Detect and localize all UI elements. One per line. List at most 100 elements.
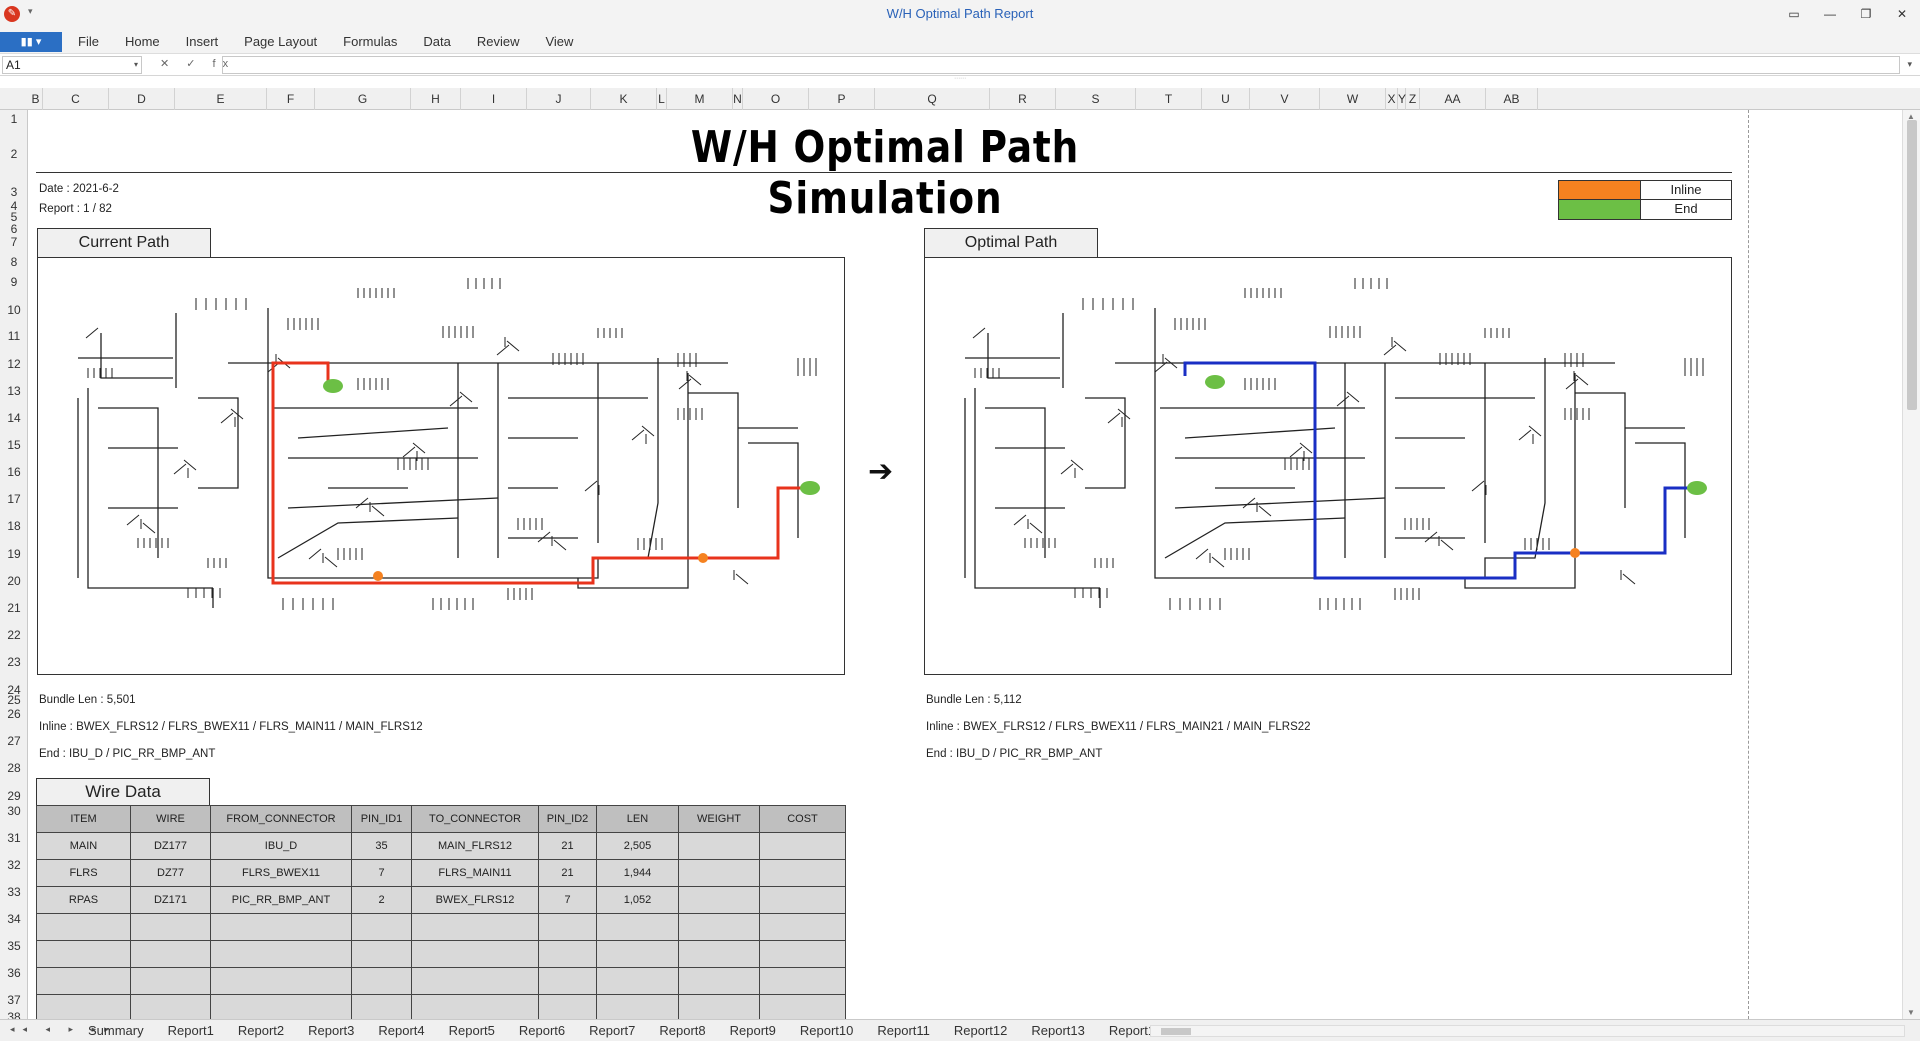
row-header-17[interactable]: 17 xyxy=(0,492,28,506)
table-cell[interactable] xyxy=(210,967,352,995)
table-cell[interactable] xyxy=(596,913,679,941)
column-header-W[interactable]: W xyxy=(1320,88,1386,110)
table-cell[interactable]: 2,505 xyxy=(596,832,679,860)
row-header-30[interactable]: 30 xyxy=(0,804,28,818)
table-cell[interactable] xyxy=(678,913,760,941)
table-cell[interactable] xyxy=(596,967,679,995)
row-header-10[interactable]: 10 xyxy=(0,303,28,317)
row-header-31[interactable]: 31 xyxy=(0,831,28,845)
table-cell[interactable]: IBU_D xyxy=(210,832,352,860)
row-header-20[interactable]: 20 xyxy=(0,574,28,588)
table-cell[interactable] xyxy=(759,913,846,941)
menu-insert[interactable]: Insert xyxy=(186,34,219,49)
row-header-29[interactable]: 29 xyxy=(0,789,28,803)
table-cell[interactable] xyxy=(538,940,597,968)
row-header-26[interactable]: 26 xyxy=(0,707,28,721)
name-box-dropdown-icon[interactable]: ▾ xyxy=(134,57,138,73)
column-header-H[interactable]: H xyxy=(411,88,461,110)
row-header-13[interactable]: 13 xyxy=(0,384,28,398)
sheet-tab-report8[interactable]: Report8 xyxy=(659,1020,705,1042)
column-header-J[interactable]: J xyxy=(527,88,591,110)
row-header-2[interactable]: 2 xyxy=(0,147,28,161)
restore-button[interactable]: ❐ xyxy=(1848,0,1884,28)
app-menu-button[interactable]: ▮▮ ▾ xyxy=(0,32,62,52)
horizontal-scrollbar[interactable] xyxy=(1150,1025,1905,1037)
table-cell[interactable] xyxy=(351,913,412,941)
row-header-27[interactable]: 27 xyxy=(0,734,28,748)
formula-expand-icon[interactable]: ▾ xyxy=(1907,59,1912,70)
table-cell[interactable]: 2 xyxy=(351,886,412,914)
column-header-Q[interactable]: Q xyxy=(875,88,990,110)
row-header-3[interactable]: 3 xyxy=(0,185,28,199)
table-cell[interactable] xyxy=(411,940,539,968)
menu-formulas[interactable]: Formulas xyxy=(343,34,397,49)
sheet-tab-report9[interactable]: Report9 xyxy=(730,1020,776,1042)
table-cell[interactable] xyxy=(210,940,352,968)
row-header-15[interactable]: 15 xyxy=(0,438,28,452)
table-cell[interactable] xyxy=(130,913,211,941)
row-header-34[interactable]: 34 xyxy=(0,912,28,926)
table-cell[interactable] xyxy=(678,940,760,968)
table-cell[interactable] xyxy=(678,832,760,860)
table-cell[interactable]: 21 xyxy=(538,832,597,860)
table-cell[interactable] xyxy=(36,967,131,995)
column-header-T[interactable]: T xyxy=(1136,88,1202,110)
row-header-36[interactable]: 36 xyxy=(0,966,28,980)
table-cell[interactable] xyxy=(351,967,412,995)
row-header-37[interactable]: 37 xyxy=(0,993,28,1007)
menu-page-layout[interactable]: Page Layout xyxy=(244,34,317,49)
table-cell[interactable] xyxy=(596,940,679,968)
row-header-33[interactable]: 33 xyxy=(0,885,28,899)
column-header-U[interactable]: U xyxy=(1202,88,1250,110)
row-header-21[interactable]: 21 xyxy=(0,601,28,615)
table-cell[interactable] xyxy=(210,994,352,1022)
table-cell[interactable] xyxy=(130,967,211,995)
table-cell[interactable]: PIC_RR_BMP_ANT xyxy=(210,886,352,914)
column-header-M[interactable]: M xyxy=(667,88,733,110)
table-cell[interactable]: RPAS xyxy=(36,886,131,914)
column-header-R[interactable]: R xyxy=(990,88,1056,110)
table-cell[interactable] xyxy=(759,940,846,968)
close-button[interactable]: ✕ xyxy=(1884,0,1920,28)
row-header-9[interactable]: 9 xyxy=(0,275,28,289)
row-header-7[interactable]: 7 xyxy=(0,235,28,249)
table-cell[interactable] xyxy=(411,967,539,995)
table-cell[interactable] xyxy=(538,967,597,995)
table-cell[interactable] xyxy=(759,859,846,887)
column-header-Z[interactable]: Z xyxy=(1406,88,1420,110)
sheet-tab-report4[interactable]: Report4 xyxy=(378,1020,424,1042)
table-cell[interactable] xyxy=(759,994,846,1022)
sheet-tab-report5[interactable]: Report5 xyxy=(449,1020,495,1042)
table-cell[interactable] xyxy=(538,994,597,1022)
vertical-scrollbar[interactable]: ▲ ▼ xyxy=(1902,110,1920,1019)
table-cell[interactable]: 7 xyxy=(538,886,597,914)
row-header-32[interactable]: 32 xyxy=(0,858,28,872)
menu-home[interactable]: Home xyxy=(125,34,160,49)
table-cell[interactable] xyxy=(36,994,131,1022)
table-cell[interactable] xyxy=(210,913,352,941)
column-header-AA[interactable]: AA xyxy=(1420,88,1486,110)
splitter-grip-icon[interactable]: ⋯⋯ xyxy=(950,76,970,82)
sheet-tab-report12[interactable]: Report12 xyxy=(954,1020,1007,1042)
column-header-K[interactable]: K xyxy=(591,88,657,110)
row-header-19[interactable]: 19 xyxy=(0,547,28,561)
table-cell[interactable] xyxy=(759,886,846,914)
table-cell[interactable]: BWEX_FLRS12 xyxy=(411,886,539,914)
column-header-B[interactable]: B xyxy=(29,88,43,110)
menu-view[interactable]: View xyxy=(545,34,573,49)
table-cell[interactable] xyxy=(678,859,760,887)
column-header-S[interactable]: S xyxy=(1056,88,1136,110)
minimize-button[interactable]: — xyxy=(1812,0,1848,28)
row-header-25[interactable]: 25 xyxy=(0,693,28,707)
row-header-35[interactable]: 35 xyxy=(0,939,28,953)
column-header-Y[interactable]: Y xyxy=(1398,88,1406,110)
menu-review[interactable]: Review xyxy=(477,34,520,49)
table-cell[interactable]: MAIN xyxy=(36,832,131,860)
sheet-tab-report6[interactable]: Report6 xyxy=(519,1020,565,1042)
column-header-X[interactable]: X xyxy=(1386,88,1398,110)
table-cell[interactable]: 1,944 xyxy=(596,859,679,887)
sheet-tab-report1[interactable]: Report1 xyxy=(168,1020,214,1042)
column-header-AB[interactable]: AB xyxy=(1486,88,1538,110)
table-cell[interactable] xyxy=(678,994,760,1022)
table-cell[interactable]: FLRS_MAIN11 xyxy=(411,859,539,887)
